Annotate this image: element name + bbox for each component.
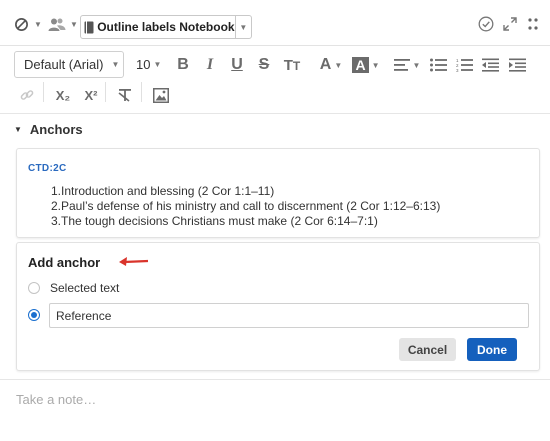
expand-button[interactable]: [503, 17, 517, 31]
expand-icon: [503, 17, 517, 31]
clear-formatting-icon: [118, 89, 131, 102]
visibility-toggle[interactable]: ▼: [14, 17, 42, 32]
svg-text:3: 3: [456, 68, 459, 72]
toolbar-divider: [43, 82, 44, 102]
anchors-section-toggle[interactable]: ▼ Anchors: [14, 122, 83, 137]
italic-icon: I: [206, 56, 214, 73]
notebook-icon: [81, 21, 97, 34]
people-icon: [48, 18, 66, 31]
image-icon: [153, 87, 169, 103]
top-bar: ▼ ▼ Outline labels Notebook ▼: [0, 0, 550, 46]
selected-text-radio[interactable]: [28, 282, 40, 294]
no-entry-icon: [15, 18, 28, 31]
collapse-triangle-icon: ▼: [14, 125, 22, 134]
clear-formatting-button[interactable]: [112, 82, 138, 108]
indent-button[interactable]: [504, 52, 530, 78]
highlight-icon: A: [352, 57, 369, 73]
annotation-arrow-icon: [119, 257, 149, 266]
numbered-list-button[interactable]: 1 2 3: [451, 52, 477, 78]
add-anchor-title: Add anchor: [28, 255, 101, 270]
strikethrough-button[interactable]: S: [251, 52, 277, 78]
bullet-list-button[interactable]: [425, 52, 451, 78]
subscript-button[interactable]: X₂: [50, 82, 76, 108]
cancel-button[interactable]: Cancel: [399, 338, 456, 361]
insert-image-button[interactable]: [148, 82, 174, 108]
superscript-icon: X²: [84, 87, 98, 103]
selected-text-option[interactable]: Selected text: [28, 281, 119, 295]
bold-icon: B: [177, 56, 189, 73]
chevron-down-icon: ▼: [70, 20, 78, 29]
chevron-down-icon: ▼: [34, 20, 42, 29]
reference-radio[interactable]: [28, 309, 40, 321]
font-size-value: 10: [136, 57, 151, 72]
chevron-down-icon: ▼: [111, 60, 120, 69]
bold-button[interactable]: B: [170, 52, 196, 78]
numbered-list-icon: 1 2 3: [456, 58, 473, 72]
outdent-button[interactable]: [477, 52, 503, 78]
text-color-button[interactable]: A ▼: [316, 52, 346, 78]
notebook-label: Outline labels Notebook: [97, 20, 235, 34]
section-divider: [0, 113, 550, 114]
subscript-icon: X₂: [55, 87, 71, 103]
text-transform-button[interactable]: TT: [279, 52, 305, 78]
share-menu[interactable]: ▼: [48, 17, 78, 32]
outdent-icon: [481, 58, 499, 72]
grid-dots-icon: [528, 18, 538, 30]
font-size-select[interactable]: 10 ▼: [136, 51, 168, 78]
strikethrough-icon: S: [258, 56, 270, 73]
check-circle-button[interactable]: [478, 16, 494, 32]
notebook-selector[interactable]: Outline labels Notebook ▼: [80, 15, 252, 39]
font-family-value: Default (Arial): [24, 57, 104, 72]
indent-icon: [508, 58, 526, 72]
chevron-down-icon: ▼: [412, 60, 421, 70]
align-button[interactable]: ▼: [392, 52, 422, 78]
chevron-down-icon: ▼: [334, 60, 343, 70]
chevron-down-icon: ▼: [371, 60, 380, 70]
align-left-icon: [393, 59, 410, 71]
text-transform-icon: TT: [283, 56, 301, 74]
formatting-toolbar: Default (Arial) ▼ 10 ▼ B I U S TT A ▼ A ▼ …: [0, 46, 550, 113]
font-family-select[interactable]: Default (Arial) ▼: [14, 51, 124, 78]
check-circle-icon: [478, 16, 494, 32]
italic-button[interactable]: I: [197, 52, 223, 78]
selected-text-label: Selected text: [50, 281, 120, 295]
bullet-list-icon: [429, 58, 447, 72]
add-anchor-panel: Add anchor Selected text Cancel Done: [16, 242, 540, 371]
chevron-down-icon: ▼: [153, 60, 162, 69]
more-options-button[interactable]: [527, 17, 539, 31]
underline-icon: U: [231, 56, 243, 73]
anchor-reference-link[interactable]: CTD:2C: [28, 163, 66, 174]
reference-option[interactable]: [28, 309, 50, 321]
anchors-title: Anchors: [29, 122, 83, 137]
note-divider: [0, 379, 550, 380]
outline-list: 1.Introduction and blessing (2 Cor 1:1–1…: [51, 184, 440, 229]
link-icon: [20, 90, 34, 100]
chevron-down-icon[interactable]: ▼: [234, 16, 251, 38]
note-input[interactable]: Take a note…: [16, 392, 96, 407]
outline-item: 3.The tough decisions Christians must ma…: [51, 214, 378, 228]
anchor-reference-card: CTD:2C 1.Introduction and blessing (2 Co…: [16, 148, 540, 238]
reference-input[interactable]: [49, 303, 529, 328]
highlight-color-button[interactable]: A ▼: [351, 52, 381, 78]
done-button[interactable]: Done: [467, 338, 517, 361]
superscript-button[interactable]: X²: [78, 82, 104, 108]
outline-item: 1.Introduction and blessing (2 Cor 1:1–1…: [51, 184, 275, 198]
underline-button[interactable]: U: [224, 52, 250, 78]
toolbar-divider: [105, 82, 106, 102]
outline-item: 2.Paul’s defense of his ministry and cal…: [51, 199, 441, 213]
text-color-icon: A: [319, 56, 332, 73]
toolbar-divider: [141, 82, 142, 102]
link-button[interactable]: [14, 82, 40, 108]
